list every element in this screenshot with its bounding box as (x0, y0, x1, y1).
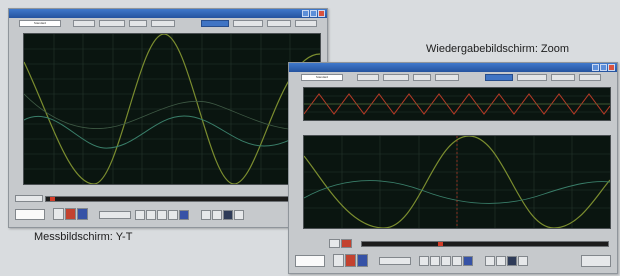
playback-scrollbar[interactable] (361, 241, 609, 247)
print-icon[interactable] (179, 210, 189, 220)
playback-mode-select[interactable] (295, 255, 325, 267)
measurement-title-bar (9, 9, 327, 18)
measurement-plot-svg (24, 34, 320, 184)
option-icon[interactable] (518, 256, 528, 266)
playback-caption: Wiedergabebildschirm: Zoom (426, 43, 570, 55)
measurement-scroll-thumb[interactable] (50, 197, 55, 201)
cursor-a-icon[interactable] (329, 239, 340, 248)
toolbar-button-3[interactable] (129, 20, 147, 27)
minimize-button[interactable] (592, 64, 599, 71)
tab-standard[interactable]: Standard (301, 74, 343, 81)
stop-icon[interactable] (135, 210, 145, 220)
record-icon[interactable] (99, 211, 131, 219)
measurement-toolbar: Standard (11, 19, 325, 29)
playback-overview-plot (303, 87, 611, 121)
save-icon[interactable] (168, 210, 178, 220)
playback-overview-svg (304, 93, 610, 115)
play-icon[interactable] (157, 210, 167, 220)
measurement-plot (23, 33, 321, 185)
measurement-window: Standard (8, 8, 328, 228)
measurement-scrollbar[interactable] (45, 196, 319, 202)
print-icon[interactable] (463, 256, 473, 266)
cursor-icon[interactable] (345, 254, 356, 267)
cursor-b-icon[interactable] (341, 239, 352, 248)
pause-icon[interactable] (146, 210, 156, 220)
toolbar-button-7[interactable] (295, 20, 317, 27)
measurement-scroll-label (15, 195, 43, 202)
measurement-y-axis (12, 35, 21, 183)
marker-icon[interactable] (53, 208, 64, 220)
toggle-icon[interactable] (223, 210, 233, 220)
close-button[interactable] (608, 64, 615, 71)
toolbar-button-4[interactable] (435, 74, 459, 81)
minimize-button[interactable] (302, 10, 309, 17)
toolbar-button-1[interactable] (73, 20, 95, 27)
save-icon[interactable] (452, 256, 462, 266)
settings-icon[interactable] (212, 210, 222, 220)
toolbar-button-active[interactable] (485, 74, 513, 81)
toolbar-button-active[interactable] (201, 20, 229, 27)
option-icon[interactable] (234, 210, 244, 220)
display-icon[interactable] (357, 254, 368, 267)
playback-zoom-svg (304, 136, 610, 228)
toolbar-button-1[interactable] (357, 74, 379, 81)
tab-standard[interactable]: Standard (19, 20, 61, 27)
stop-icon[interactable] (419, 256, 429, 266)
maximize-button[interactable] (310, 10, 317, 17)
playback-window: Standard (288, 62, 618, 274)
pause-icon[interactable] (430, 256, 440, 266)
zoom-icon[interactable] (201, 210, 211, 220)
record-icon[interactable] (379, 257, 411, 265)
zoom-icon[interactable] (485, 256, 495, 266)
toolbar-button-5[interactable] (517, 74, 547, 81)
cursor-icon[interactable] (65, 208, 76, 220)
toolbar-button-2[interactable] (383, 74, 409, 81)
info-panel (581, 255, 611, 267)
close-button[interactable] (318, 10, 325, 17)
measurement-caption: Messbildschirm: Y-T (34, 231, 133, 243)
toolbar-button-3[interactable] (413, 74, 431, 81)
playback-title-bar (289, 63, 617, 72)
settings-icon[interactable] (496, 256, 506, 266)
measurement-mode-select[interactable] (15, 209, 45, 220)
playback-zoom-plot (303, 135, 611, 229)
toolbar-button-4[interactable] (151, 20, 175, 27)
maximize-button[interactable] (600, 64, 607, 71)
toggle-icon[interactable] (507, 256, 517, 266)
toolbar-button-7[interactable] (579, 74, 601, 81)
playback-toolbar: Standard (291, 73, 615, 83)
playback-scroll-thumb[interactable] (438, 242, 443, 246)
marker-icon[interactable] (333, 254, 344, 267)
play-icon[interactable] (441, 256, 451, 266)
toolbar-button-6[interactable] (551, 74, 575, 81)
toolbar-button-6[interactable] (267, 20, 291, 27)
toolbar-button-2[interactable] (99, 20, 125, 27)
toolbar-button-5[interactable] (233, 20, 263, 27)
display-icon[interactable] (77, 208, 88, 220)
